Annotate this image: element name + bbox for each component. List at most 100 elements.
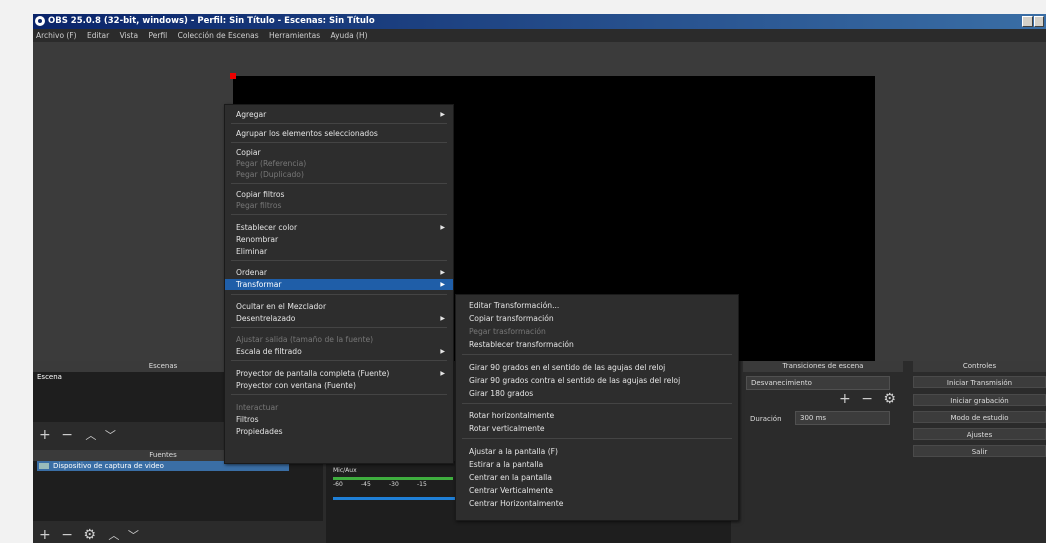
sources-toolbar: + − ⚙ ︿ ﹀ xyxy=(39,528,139,543)
menu-perfil[interactable]: Perfil xyxy=(148,31,167,40)
menu-item-proyector-pantalla-completa[interactable]: Proyector de pantalla completa (Fuente) ▶ xyxy=(225,368,453,379)
window-title: OBS 25.0.8 (32-bit, windows) - Perfil: S… xyxy=(48,16,375,26)
submenu-item-copiar-transformacion[interactable]: Copiar transformación xyxy=(456,313,738,324)
add-scene-icon[interactable]: + xyxy=(39,427,51,443)
menu-item-renombrar[interactable]: Renombrar xyxy=(225,234,453,245)
submenu-item-girar-90-horario[interactable]: Girar 90 grados en el sentido de las agu… xyxy=(456,362,738,373)
menu-item-agregar[interactable]: Agregar ▶ xyxy=(225,109,453,120)
menu-item-establecer-color[interactable]: Establecer color ▶ xyxy=(225,222,453,233)
menu-separator xyxy=(231,394,447,395)
transitions-toolbar: + − ⚙ xyxy=(839,392,896,406)
menu-editar[interactable]: Editar xyxy=(87,31,109,40)
menu-separator xyxy=(231,327,447,328)
source-item-label: Dispositivo de captura de video xyxy=(53,462,164,470)
submenu-arrow-icon: ▶ xyxy=(440,224,445,231)
menu-item-ocultar-mezclador[interactable]: Ocultar en el Mezclador xyxy=(225,301,453,312)
window-controls xyxy=(1022,16,1044,27)
maximize-icon[interactable] xyxy=(1033,16,1044,27)
submenu-arrow-icon: ▶ xyxy=(440,348,445,355)
submenu-item-girar-90-antihorario[interactable]: Girar 90 grados contra el sentido de las… xyxy=(456,375,738,386)
mixer-channel-label: Mic/Aux xyxy=(333,467,357,474)
minimize-icon[interactable] xyxy=(1022,16,1033,27)
settings-button[interactable]: Ajustes xyxy=(913,428,1046,440)
menu-item-pegar-referencia[interactable]: Pegar (Referencia) xyxy=(225,158,453,169)
submenu-item-restablecer-transformacion[interactable]: Restablecer transformación xyxy=(456,339,738,350)
obs-logo-icon xyxy=(35,16,45,26)
title-bar: OBS 25.0.8 (32-bit, windows) - Perfil: S… xyxy=(33,14,1046,29)
submenu-item-rotar-vertical[interactable]: Rotar verticalmente xyxy=(456,423,738,434)
menu-herramientas[interactable]: Herramientas xyxy=(269,31,320,40)
remove-scene-icon[interactable]: − xyxy=(61,427,73,443)
transform-submenu: Editar Transformación... Copiar transfor… xyxy=(455,294,739,521)
move-down-icon[interactable]: ﹀ xyxy=(105,429,116,442)
menu-item-desentrelazado[interactable]: Desentrelazado ▶ xyxy=(225,313,453,324)
menu-separator xyxy=(231,260,447,261)
submenu-arrow-icon: ▶ xyxy=(440,315,445,322)
submenu-item-estirar-pantalla[interactable]: Estirar a la pantalla xyxy=(456,459,738,470)
menu-archivo[interactable]: Archivo (F) xyxy=(36,31,77,40)
submenu-item-centrar-vertical[interactable]: Centrar Verticalmente xyxy=(456,485,738,496)
remove-source-icon[interactable]: − xyxy=(61,527,73,543)
submenu-item-rotar-horizontal[interactable]: Rotar horizontalmente xyxy=(456,410,738,421)
controls-dock-title: Controles xyxy=(913,361,1046,372)
studio-mode-button[interactable]: Modo de estudio xyxy=(913,411,1046,423)
submenu-arrow-icon: ▶ xyxy=(440,370,445,377)
mixer-tick: -60 xyxy=(333,481,343,488)
duration-field[interactable]: 300 ms xyxy=(795,411,890,425)
mixer-tick: -15 xyxy=(417,481,427,488)
menu-item-pegar-filtros[interactable]: Pegar filtros xyxy=(225,200,453,211)
submenu-item-ajustar-pantalla[interactable]: Ajustar a la pantalla (F) xyxy=(456,446,738,457)
duration-label: Duración xyxy=(750,415,782,423)
menu-separator xyxy=(462,354,732,355)
menu-item-propiedades[interactable]: Propiedades xyxy=(225,426,453,437)
menu-item-filtros[interactable]: Filtros xyxy=(225,414,453,425)
menu-item-eliminar[interactable]: Eliminar xyxy=(225,246,453,257)
move-up-icon[interactable]: ︿ xyxy=(85,429,96,442)
source-down-icon[interactable]: ﹀ xyxy=(128,529,139,542)
menu-item-escala-filtrado[interactable]: Escala de filtrado ▶ xyxy=(225,346,453,357)
submenu-arrow-icon: ▶ xyxy=(440,269,445,276)
menu-separator xyxy=(231,214,447,215)
menu-vista[interactable]: Vista xyxy=(120,31,139,40)
scenes-toolbar: + − ︿ ﹀ xyxy=(39,428,116,443)
scene-item[interactable]: Escena xyxy=(33,372,62,382)
menu-item-interactuar[interactable]: Interactuar xyxy=(225,402,453,413)
menu-item-agrupar[interactable]: Agrupar los elementos seleccionados xyxy=(225,128,453,139)
volume-meter xyxy=(333,477,453,480)
source-resize-handle[interactable] xyxy=(230,73,236,79)
remove-transition-icon[interactable]: − xyxy=(861,391,873,407)
gear-icon[interactable]: ⚙ xyxy=(883,391,896,407)
add-source-icon[interactable]: + xyxy=(39,527,51,543)
start-streaming-button[interactable]: Iniciar Transmisión xyxy=(913,376,1046,388)
menu-separator xyxy=(231,142,447,143)
add-transition-icon[interactable]: + xyxy=(839,391,851,407)
menu-separator xyxy=(231,294,447,295)
menu-item-proyector-ventana[interactable]: Proyector con ventana (Fuente) xyxy=(225,380,453,391)
menu-item-ajustar-salida[interactable]: Ajustar salida (tamaño de la fuente) xyxy=(225,334,453,345)
submenu-item-editar-transformacion[interactable]: Editar Transformación... xyxy=(456,300,738,311)
transitions-dock-title: Transiciones de escena xyxy=(743,361,903,372)
transition-select[interactable]: Desvanecimiento xyxy=(746,376,890,390)
mixer-tick: -30 xyxy=(389,481,399,488)
menu-separator xyxy=(462,438,732,439)
menu-ayuda[interactable]: Ayuda (H) xyxy=(331,31,368,40)
menu-item-pegar-duplicado[interactable]: Pegar (Duplicado) xyxy=(225,169,453,180)
menu-separator xyxy=(231,123,447,124)
source-up-icon[interactable]: ︿ xyxy=(108,529,119,542)
menu-item-copiar-filtros[interactable]: Copiar filtros xyxy=(225,189,453,200)
submenu-item-centrar-horizontal[interactable]: Centrar Horizontalmente xyxy=(456,498,738,509)
menu-item-copiar[interactable]: Copiar xyxy=(225,147,453,158)
submenu-arrow-icon: ▶ xyxy=(440,281,445,288)
gear-icon[interactable]: ⚙ xyxy=(83,527,96,543)
submenu-item-centrar-pantalla[interactable]: Centrar en la pantalla xyxy=(456,472,738,483)
submenu-item-girar-180[interactable]: Girar 180 grados xyxy=(456,388,738,399)
menu-item-transformar[interactable]: Transformar ▶ xyxy=(225,279,453,290)
context-menu: Agregar ▶ Agrupar los elementos seleccion… xyxy=(224,104,454,464)
menu-coleccion-escenas[interactable]: Colección de Escenas xyxy=(178,31,259,40)
mixer-tick: -45 xyxy=(361,481,371,488)
start-recording-button[interactable]: Iniciar grabación xyxy=(913,394,1046,406)
exit-button[interactable]: Salir xyxy=(913,445,1046,457)
menu-separator xyxy=(231,183,447,184)
menu-item-ordenar[interactable]: Ordenar ▶ xyxy=(225,267,453,278)
submenu-item-pegar-transformacion[interactable]: Pegar trasformación xyxy=(456,326,738,337)
